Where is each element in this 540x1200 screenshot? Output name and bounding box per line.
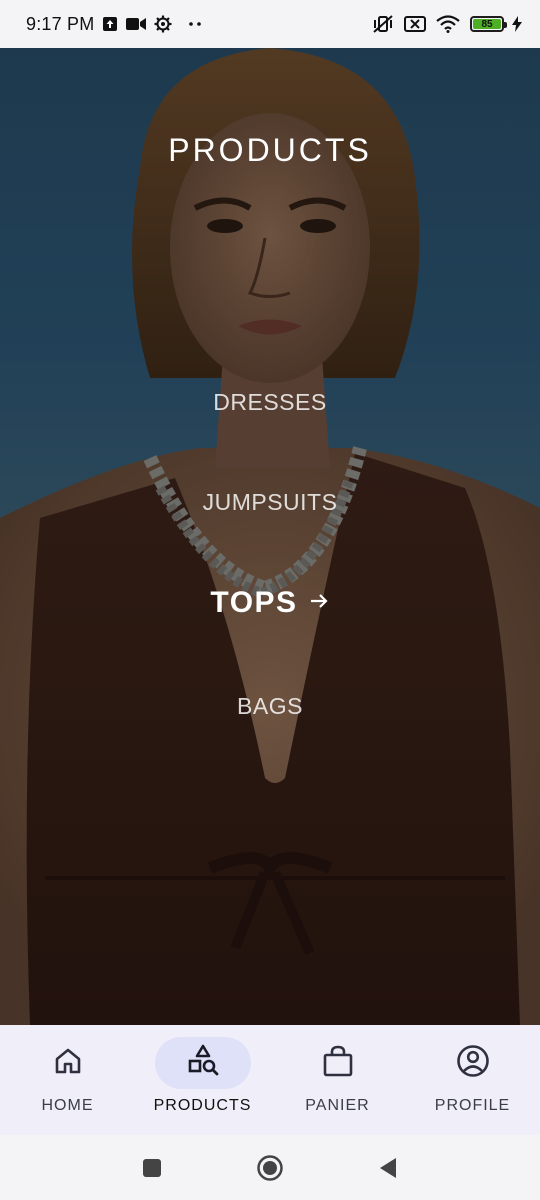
nav-label-panier: PANIER	[305, 1097, 370, 1114]
nav-label-products: PRODUCTS	[153, 1097, 252, 1114]
upload-box-icon	[102, 16, 118, 32]
profile-circle-icon	[456, 1044, 490, 1083]
home-icon	[53, 1046, 83, 1081]
nav-pill-active	[154, 1037, 251, 1089]
recents-square-icon[interactable]	[137, 1153, 167, 1183]
settings-gear-icon	[154, 15, 172, 33]
category-jumpsuits[interactable]: JUMPSUITS	[0, 489, 540, 516]
nav-item-products[interactable]: PRODUCTS	[135, 1025, 270, 1135]
nav-pill	[425, 1037, 521, 1089]
category-tops[interactable]: TOPS	[0, 586, 540, 620]
nav-pill	[20, 1037, 116, 1089]
nav-item-profile[interactable]: PROFILE	[405, 1025, 540, 1135]
category-label: BAGS	[237, 693, 303, 719]
nav-pill	[290, 1037, 386, 1089]
status-right-icons: 85	[372, 14, 522, 34]
nav-label-home: HOME	[41, 1097, 94, 1114]
more-dots-icon	[188, 21, 202, 27]
battery-icon: 85	[470, 16, 507, 32]
category-bags[interactable]: BAGS	[0, 693, 540, 720]
category-dresses[interactable]: DRESSES	[0, 389, 540, 416]
nav-item-home[interactable]: HOME	[0, 1025, 135, 1135]
page-title: PRODUCTS	[168, 132, 372, 168]
status-bar: 9:17 PM 85	[0, 0, 540, 48]
back-triangle-icon[interactable]	[373, 1153, 403, 1183]
video-camera-icon	[126, 17, 147, 31]
nav-item-panier[interactable]: PANIER	[270, 1025, 405, 1135]
products-hero: PRODUCTS DRESSES JUMPSUITS TOPS BAGS	[0, 48, 540, 1025]
bottom-navigation: HOME PRODUCTS PANIER PROFILE	[0, 1025, 540, 1135]
nav-label-profile: PROFILE	[434, 1097, 511, 1114]
home-circle-icon[interactable]	[255, 1153, 285, 1183]
status-time: 9:17 PM	[26, 13, 95, 34]
arrow-right-icon	[308, 586, 330, 620]
shopping-bag-icon	[321, 1044, 355, 1083]
category-label: DRESSES	[213, 389, 327, 415]
battery-level: 85	[473, 19, 501, 30]
shapes-search-icon	[185, 1043, 221, 1084]
charging-bolt-icon	[512, 16, 522, 32]
wifi-icon	[436, 15, 460, 33]
status-left-icons	[102, 15, 202, 33]
hero-overlay	[0, 48, 540, 1025]
system-navigation-bar	[0, 1135, 540, 1200]
vibrate-mute-icon	[372, 14, 394, 34]
category-label: JUMPSUITS	[202, 489, 338, 515]
category-label: TOPS	[210, 586, 298, 619]
sim-off-icon	[404, 15, 426, 33]
